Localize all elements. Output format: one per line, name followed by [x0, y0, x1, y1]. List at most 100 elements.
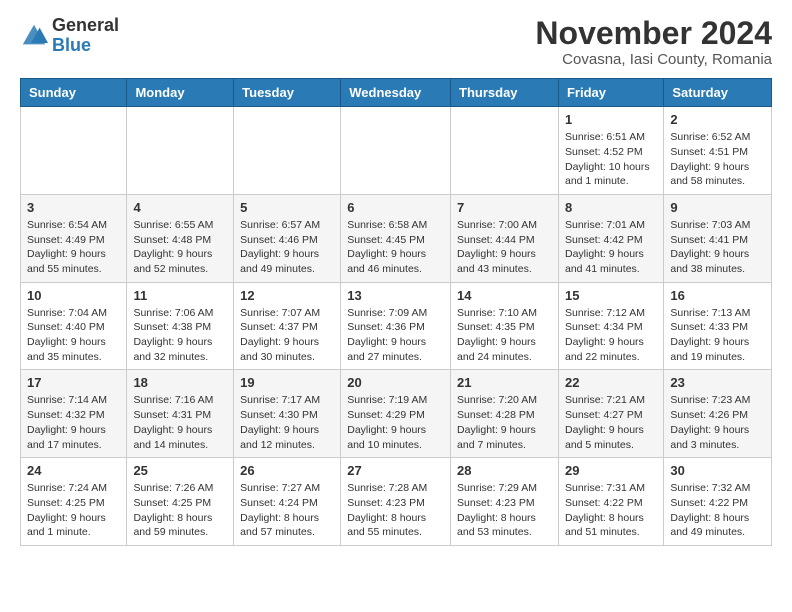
day-number: 8: [565, 200, 657, 215]
header-monday: Monday: [127, 79, 234, 107]
day-detail: Sunrise: 7:28 AM Sunset: 4:23 PM Dayligh…: [347, 481, 444, 540]
day-number: 7: [457, 200, 552, 215]
week-row-4: 24 Sunrise: 7:24 AM Sunset: 4:25 PM Dayli…: [21, 458, 772, 546]
day-cell: 7 Sunrise: 7:00 AM Sunset: 4:44 PM Daylig…: [451, 194, 559, 282]
day-detail: Sunrise: 6:54 AM Sunset: 4:49 PM Dayligh…: [27, 218, 120, 277]
day-number: 2: [670, 112, 765, 127]
day-detail: Sunrise: 7:12 AM Sunset: 4:34 PM Dayligh…: [565, 306, 657, 365]
day-number: 9: [670, 200, 765, 215]
logo-text: General Blue: [52, 16, 119, 56]
title-location: Covasna, Iasi County, Romania: [535, 51, 772, 68]
week-row-1: 3 Sunrise: 6:54 AM Sunset: 4:49 PM Daylig…: [21, 194, 772, 282]
title-month: November 2024: [535, 16, 772, 51]
day-number: 22: [565, 375, 657, 390]
day-detail: Sunrise: 6:55 AM Sunset: 4:48 PM Dayligh…: [133, 218, 227, 277]
header-wednesday: Wednesday: [341, 79, 451, 107]
day-cell: 26Sunrise: 7:27 AM Sunset: 4:24 PM Dayli…: [234, 458, 341, 546]
page: General Blue November 2024 Covasna, Iasi…: [0, 0, 792, 566]
day-cell: 17 Sunrise: 7:14 AM Sunset: 4:32 PM Dayli…: [21, 370, 127, 458]
day-cell: 4 Sunrise: 6:55 AM Sunset: 4:48 PM Daylig…: [127, 194, 234, 282]
day-number: 13: [347, 288, 444, 303]
day-detail: Sunrise: 7:32 AM Sunset: 4:22 PM Dayligh…: [670, 481, 765, 540]
day-number: 19: [240, 375, 334, 390]
day-detail: Sunrise: 7:24 AM Sunset: 4:25 PM Dayligh…: [27, 481, 120, 540]
day-cell: 18Sunrise: 7:16 AM Sunset: 4:31 PM Dayli…: [127, 370, 234, 458]
day-cell: 13 Sunrise: 7:09 AM Sunset: 4:36 PM Dayli…: [341, 282, 451, 370]
day-detail: Sunrise: 7:04 AM Sunset: 4:40 PM Dayligh…: [27, 306, 120, 365]
day-number: 21: [457, 375, 552, 390]
day-cell: 12 Sunrise: 7:07 AM Sunset: 4:37 PM Dayli…: [234, 282, 341, 370]
day-detail: Sunrise: 7:29 AM Sunset: 4:23 PM Dayligh…: [457, 481, 552, 540]
day-detail: Sunrise: 7:06 AM Sunset: 4:38 PM Dayligh…: [133, 306, 227, 365]
day-number: 17: [27, 375, 120, 390]
day-cell: 1 Sunrise: 6:51 AM Sunset: 4:52 PM Daylig…: [558, 107, 663, 195]
day-cell: 9 Sunrise: 7:03 AM Sunset: 4:41 PM Daylig…: [664, 194, 772, 282]
day-detail: Sunrise: 7:19 AM Sunset: 4:29 PM Dayligh…: [347, 393, 444, 452]
header-thursday: Thursday: [451, 79, 559, 107]
day-detail: Sunrise: 7:31 AM Sunset: 4:22 PM Dayligh…: [565, 481, 657, 540]
day-cell: 8 Sunrise: 7:01 AM Sunset: 4:42 PM Daylig…: [558, 194, 663, 282]
day-number: 1: [565, 112, 657, 127]
day-number: 16: [670, 288, 765, 303]
day-detail: Sunrise: 6:51 AM Sunset: 4:52 PM Dayligh…: [565, 130, 657, 189]
day-cell: 23Sunrise: 7:23 AM Sunset: 4:26 PM Dayli…: [664, 370, 772, 458]
day-number: 20: [347, 375, 444, 390]
day-number: 11: [133, 288, 227, 303]
day-detail: Sunrise: 7:01 AM Sunset: 4:42 PM Dayligh…: [565, 218, 657, 277]
logo-general: General: [52, 15, 119, 35]
day-number: 25: [133, 463, 227, 478]
day-number: 27: [347, 463, 444, 478]
day-detail: Sunrise: 7:03 AM Sunset: 4:41 PM Dayligh…: [670, 218, 765, 277]
week-row-2: 10 Sunrise: 7:04 AM Sunset: 4:40 PM Dayli…: [21, 282, 772, 370]
day-number: 12: [240, 288, 334, 303]
day-number: 10: [27, 288, 120, 303]
day-number: 15: [565, 288, 657, 303]
day-number: 29: [565, 463, 657, 478]
day-cell: 19 Sunrise: 7:17 AM Sunset: 4:30 PM Dayli…: [234, 370, 341, 458]
header-tuesday: Tuesday: [234, 79, 341, 107]
day-cell: 22 Sunrise: 7:21 AM Sunset: 4:27 PM Dayli…: [558, 370, 663, 458]
day-detail: Sunrise: 7:27 AM Sunset: 4:24 PM Dayligh…: [240, 481, 334, 540]
calendar-header-row: SundayMondayTuesdayWednesdayThursdayFrid…: [21, 79, 772, 107]
day-number: 23: [670, 375, 765, 390]
day-cell: 15 Sunrise: 7:12 AM Sunset: 4:34 PM Dayli…: [558, 282, 663, 370]
day-number: 6: [347, 200, 444, 215]
day-cell: 25 Sunrise: 7:26 AM Sunset: 4:25 PM Dayli…: [127, 458, 234, 546]
logo: General Blue: [20, 16, 119, 56]
day-detail: Sunrise: 7:09 AM Sunset: 4:36 PM Dayligh…: [347, 306, 444, 365]
day-detail: Sunrise: 7:21 AM Sunset: 4:27 PM Dayligh…: [565, 393, 657, 452]
day-cell: 14Sunrise: 7:10 AM Sunset: 4:35 PM Dayli…: [451, 282, 559, 370]
day-number: 24: [27, 463, 120, 478]
day-detail: Sunrise: 7:13 AM Sunset: 4:33 PM Dayligh…: [670, 306, 765, 365]
day-cell: 20 Sunrise: 7:19 AM Sunset: 4:29 PM Dayli…: [341, 370, 451, 458]
day-cell: [341, 107, 451, 195]
day-cell: 5Sunrise: 6:57 AM Sunset: 4:46 PM Daylig…: [234, 194, 341, 282]
logo-blue: Blue: [52, 35, 91, 55]
day-cell: 16 Sunrise: 7:13 AM Sunset: 4:33 PM Dayli…: [664, 282, 772, 370]
day-cell: 28 Sunrise: 7:29 AM Sunset: 4:23 PM Dayli…: [451, 458, 559, 546]
day-number: 3: [27, 200, 120, 215]
day-detail: Sunrise: 7:14 AM Sunset: 4:32 PM Dayligh…: [27, 393, 120, 452]
day-detail: Sunrise: 7:20 AM Sunset: 4:28 PM Dayligh…: [457, 393, 552, 452]
day-detail: Sunrise: 7:00 AM Sunset: 4:44 PM Dayligh…: [457, 218, 552, 277]
day-cell: [451, 107, 559, 195]
header: General Blue November 2024 Covasna, Iasi…: [20, 16, 772, 68]
day-cell: 21 Sunrise: 7:20 AM Sunset: 4:28 PM Dayli…: [451, 370, 559, 458]
day-detail: Sunrise: 7:26 AM Sunset: 4:25 PM Dayligh…: [133, 481, 227, 540]
day-number: 4: [133, 200, 227, 215]
day-cell: 29 Sunrise: 7:31 AM Sunset: 4:22 PM Dayli…: [558, 458, 663, 546]
day-detail: Sunrise: 7:17 AM Sunset: 4:30 PM Dayligh…: [240, 393, 334, 452]
day-cell: 2Sunrise: 6:52 AM Sunset: 4:51 PM Daylig…: [664, 107, 772, 195]
day-cell: 10 Sunrise: 7:04 AM Sunset: 4:40 PM Dayli…: [21, 282, 127, 370]
day-cell: 3 Sunrise: 6:54 AM Sunset: 4:49 PM Daylig…: [21, 194, 127, 282]
header-sunday: Sunday: [21, 79, 127, 107]
day-number: 14: [457, 288, 552, 303]
week-row-3: 17 Sunrise: 7:14 AM Sunset: 4:32 PM Dayli…: [21, 370, 772, 458]
day-number: 30: [670, 463, 765, 478]
day-detail: Sunrise: 7:07 AM Sunset: 4:37 PM Dayligh…: [240, 306, 334, 365]
day-cell: [127, 107, 234, 195]
day-detail: Sunrise: 6:57 AM Sunset: 4:46 PM Dayligh…: [240, 218, 334, 277]
title-section: November 2024 Covasna, Iasi County, Roma…: [535, 16, 772, 68]
week-row-0: 1 Sunrise: 6:51 AM Sunset: 4:52 PM Daylig…: [21, 107, 772, 195]
day-number: 28: [457, 463, 552, 478]
